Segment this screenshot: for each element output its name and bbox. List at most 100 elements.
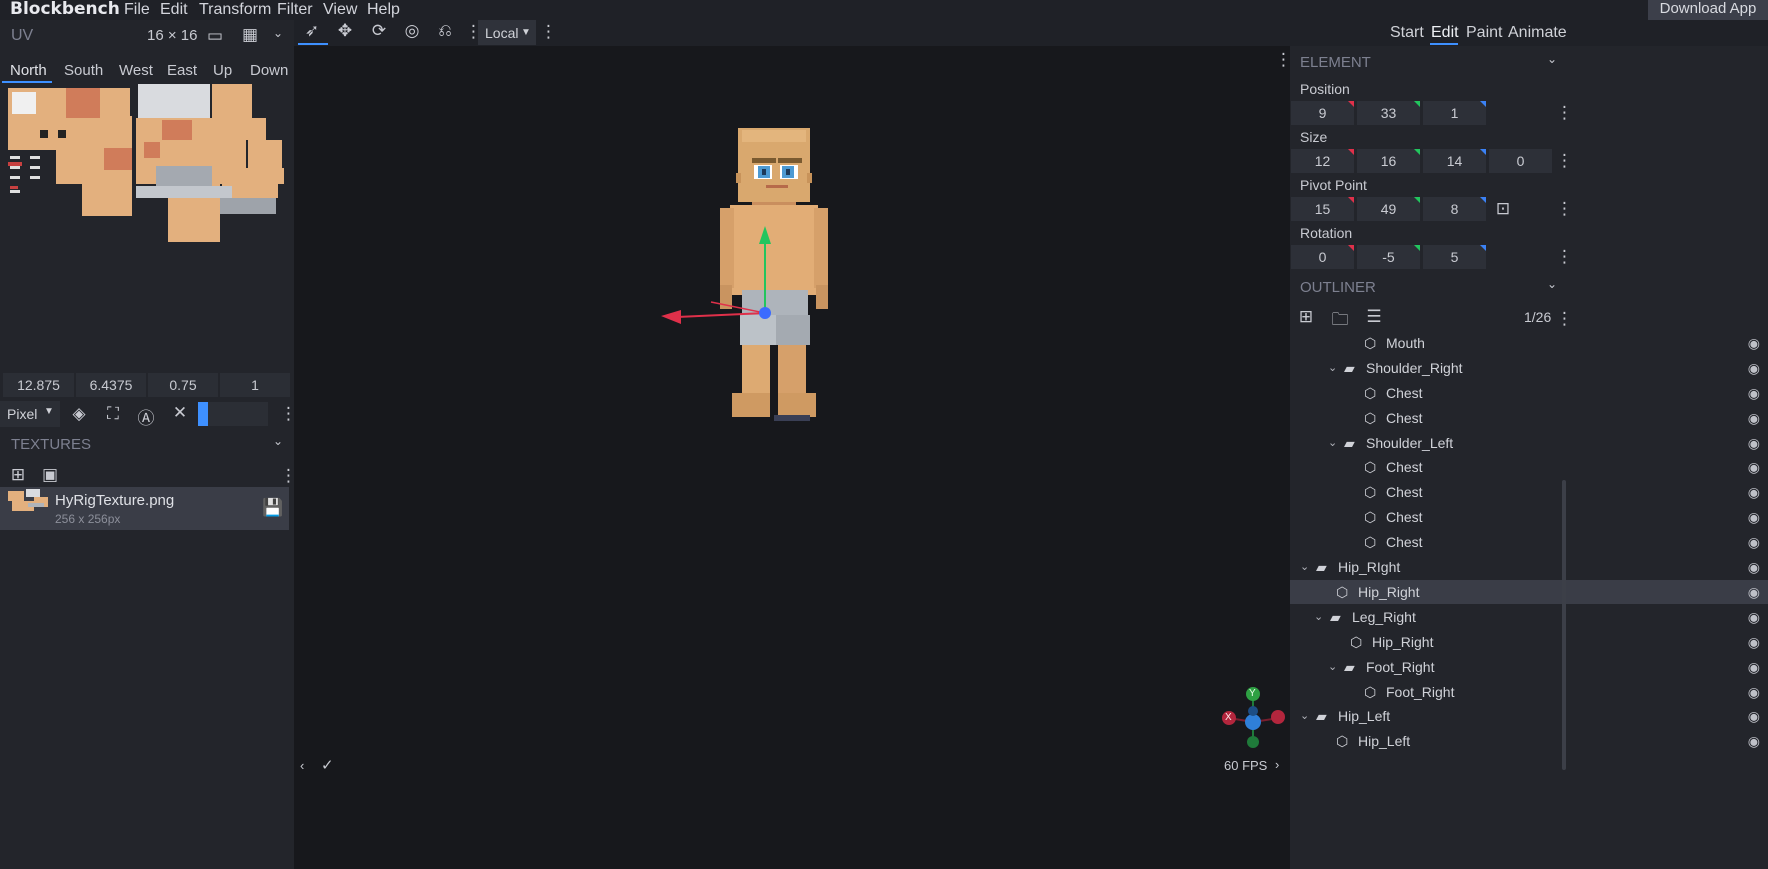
eye-icon[interactable]: ◉: [1748, 605, 1760, 629]
tab-north[interactable]: North: [10, 62, 47, 79]
collapse-all-icon[interactable]: ☰: [1364, 307, 1384, 327]
more-vertical-icon[interactable]: ⋮: [1556, 247, 1573, 267]
rotate-icon[interactable]: ⟳: [368, 21, 390, 41]
chevron-down-icon[interactable]: ⌄: [1314, 605, 1323, 629]
menu-filter[interactable]: Filter: [277, 1, 313, 19]
menu-view[interactable]: View: [323, 1, 357, 19]
uv-coord-h[interactable]: 1: [220, 373, 290, 397]
pivot-z-input[interactable]: 8: [1423, 197, 1486, 221]
outliner-group[interactable]: ⌄ ▰ Leg_Right ◉: [1290, 605, 1768, 629]
add-cube-icon[interactable]: ⊞: [1296, 307, 1316, 327]
paint-bucket-icon[interactable]: ◈: [68, 404, 90, 424]
outliner-cube[interactable]: ⬡ Chest ◉: [1290, 505, 1768, 529]
tab-west[interactable]: West: [119, 62, 153, 79]
outliner-cube[interactable]: ⬡ Chest ◉: [1290, 455, 1768, 479]
save-icon[interactable]: 💾: [262, 498, 283, 518]
download-app-button[interactable]: Download App: [1648, 0, 1768, 20]
more-vertical-icon[interactable]: ⋮: [280, 466, 297, 486]
more-vertical-icon[interactable]: ⋮: [1275, 50, 1292, 70]
chevron-down-icon[interactable]: ⌄: [268, 26, 288, 40]
eye-icon[interactable]: ◉: [1748, 530, 1760, 554]
outliner-cube[interactable]: ⬡ Mouth ◉: [1290, 331, 1768, 355]
outliner-group[interactable]: ⌄ ▰ Foot_Right ◉: [1290, 655, 1768, 679]
more-vertical-icon[interactable]: ⋮: [280, 404, 297, 424]
outliner-cube[interactable]: ⬡ Chest ◉: [1290, 480, 1768, 504]
import-texture-icon[interactable]: ▣: [40, 465, 60, 485]
menu-transform[interactable]: Transform: [199, 1, 271, 19]
eye-icon[interactable]: ◉: [1748, 680, 1760, 704]
chevron-down-icon[interactable]: ⌄: [1328, 655, 1337, 679]
outliner-cube[interactable]: ⬡ Chest ◉: [1290, 381, 1768, 405]
eye-icon[interactable]: ◉: [1748, 704, 1760, 728]
tab-down[interactable]: Down: [250, 62, 288, 79]
chevron-down-icon[interactable]: ⌄: [1328, 356, 1337, 380]
eye-icon[interactable]: ◉: [1748, 580, 1760, 604]
menu-edit[interactable]: Edit: [160, 1, 188, 19]
pivot-x-input[interactable]: 15: [1291, 197, 1354, 221]
more-vertical-icon[interactable]: ⋮: [1556, 309, 1573, 329]
outliner-scrollbar[interactable]: [1562, 480, 1566, 770]
move-tool-icon[interactable]: ➶: [300, 21, 324, 41]
eye-icon[interactable]: ◉: [1748, 455, 1760, 479]
more-vertical-icon[interactable]: ⋮: [540, 22, 557, 42]
clear-icon[interactable]: ✕: [170, 403, 190, 423]
uv-coord-x[interactable]: 12.875: [3, 373, 74, 397]
outliner-group[interactable]: ⌄ ▰ Hip_RIght ◉: [1290, 555, 1768, 579]
tab-up[interactable]: Up: [213, 62, 232, 79]
size-x-input[interactable]: 12: [1291, 149, 1354, 173]
eye-icon[interactable]: ◉: [1748, 630, 1760, 654]
chevron-right-icon[interactable]: ›: [1275, 757, 1279, 772]
grid-icon[interactable]: ▦: [240, 25, 260, 45]
translate-icon[interactable]: ✥: [334, 21, 356, 41]
chevron-down-icon[interactable]: ⌄: [1300, 555, 1309, 579]
eye-icon[interactable]: ◉: [1748, 406, 1760, 430]
more-vertical-icon[interactable]: ⋮: [1556, 151, 1573, 171]
pivot-y-input[interactable]: 49: [1357, 197, 1420, 221]
outliner-cube[interactable]: ⬡ Foot_Right ◉: [1290, 680, 1768, 704]
more-vertical-icon[interactable]: ⋮: [465, 22, 482, 42]
check-icon[interactable]: ✓: [321, 756, 334, 774]
eye-icon[interactable]: ◉: [1748, 431, 1760, 455]
menu-help[interactable]: Help: [367, 1, 400, 19]
more-vertical-icon[interactable]: ⋮: [1556, 199, 1573, 219]
center-pivot-icon[interactable]: ⊡: [1492, 199, 1514, 219]
inflate-input[interactable]: 0: [1489, 149, 1552, 173]
mode-edit[interactable]: Edit: [1431, 24, 1459, 42]
outliner-cube[interactable]: ⬡ Chest ◉: [1290, 530, 1768, 554]
chevron-down-icon[interactable]: ⌄: [1542, 52, 1562, 66]
rotation-z-input[interactable]: 5: [1423, 245, 1486, 269]
outliner-cube[interactable]: ⬡ Hip_Right ◉: [1290, 579, 1768, 604]
uv-coord-y[interactable]: 6.4375: [76, 373, 146, 397]
mode-animate[interactable]: Animate: [1508, 24, 1567, 42]
mode-start[interactable]: Start: [1390, 24, 1424, 42]
position-x-input[interactable]: 9: [1291, 101, 1354, 125]
chevron-down-icon[interactable]: ⌄: [268, 434, 288, 448]
position-y-input[interactable]: 33: [1357, 101, 1420, 125]
transform-gizmo[interactable]: [655, 220, 785, 335]
outliner-cube[interactable]: ⬡ Hip_Left ◉: [1290, 729, 1768, 753]
maximize-icon[interactable]: ⛶: [102, 404, 124, 424]
outliner-group[interactable]: ⌄ ▰ Shoulder_Left ◉: [1290, 431, 1768, 455]
outliner-cube[interactable]: ⬡ Hip_Right ◉: [1290, 630, 1768, 654]
menu-file[interactable]: File: [124, 1, 150, 19]
outliner-group[interactable]: ⌄ ▰ Hip_Left ◉: [1290, 704, 1768, 728]
pivot-icon[interactable]: ◎: [401, 21, 423, 41]
chevron-down-icon[interactable]: ⌄: [1542, 277, 1562, 291]
more-vertical-icon[interactable]: ⋮: [1556, 103, 1573, 123]
uv-fullscreen-icon[interactable]: ▭: [205, 26, 225, 46]
uv-coord-w[interactable]: 0.75: [148, 373, 218, 397]
rotation-x-input[interactable]: 0: [1291, 245, 1354, 269]
eye-icon[interactable]: ◉: [1748, 505, 1760, 529]
eye-icon[interactable]: ◉: [1748, 480, 1760, 504]
uv-texture-canvas[interactable]: [0, 82, 294, 372]
chevron-left-icon[interactable]: ‹: [300, 758, 304, 773]
eye-icon[interactable]: ◉: [1748, 655, 1760, 679]
size-z-input[interactable]: 14: [1423, 149, 1486, 173]
rotation-y-input[interactable]: -5: [1357, 245, 1420, 269]
eye-icon[interactable]: ◉: [1748, 381, 1760, 405]
position-z-input[interactable]: 1: [1423, 101, 1486, 125]
outliner-group[interactable]: ⌄ ▰ Shoulder_Right ◉: [1290, 356, 1768, 380]
chevron-down-icon[interactable]: ⌄: [1300, 704, 1309, 728]
eye-icon[interactable]: ◉: [1748, 729, 1760, 753]
outliner-cube[interactable]: ⬡ Chest ◉: [1290, 406, 1768, 430]
